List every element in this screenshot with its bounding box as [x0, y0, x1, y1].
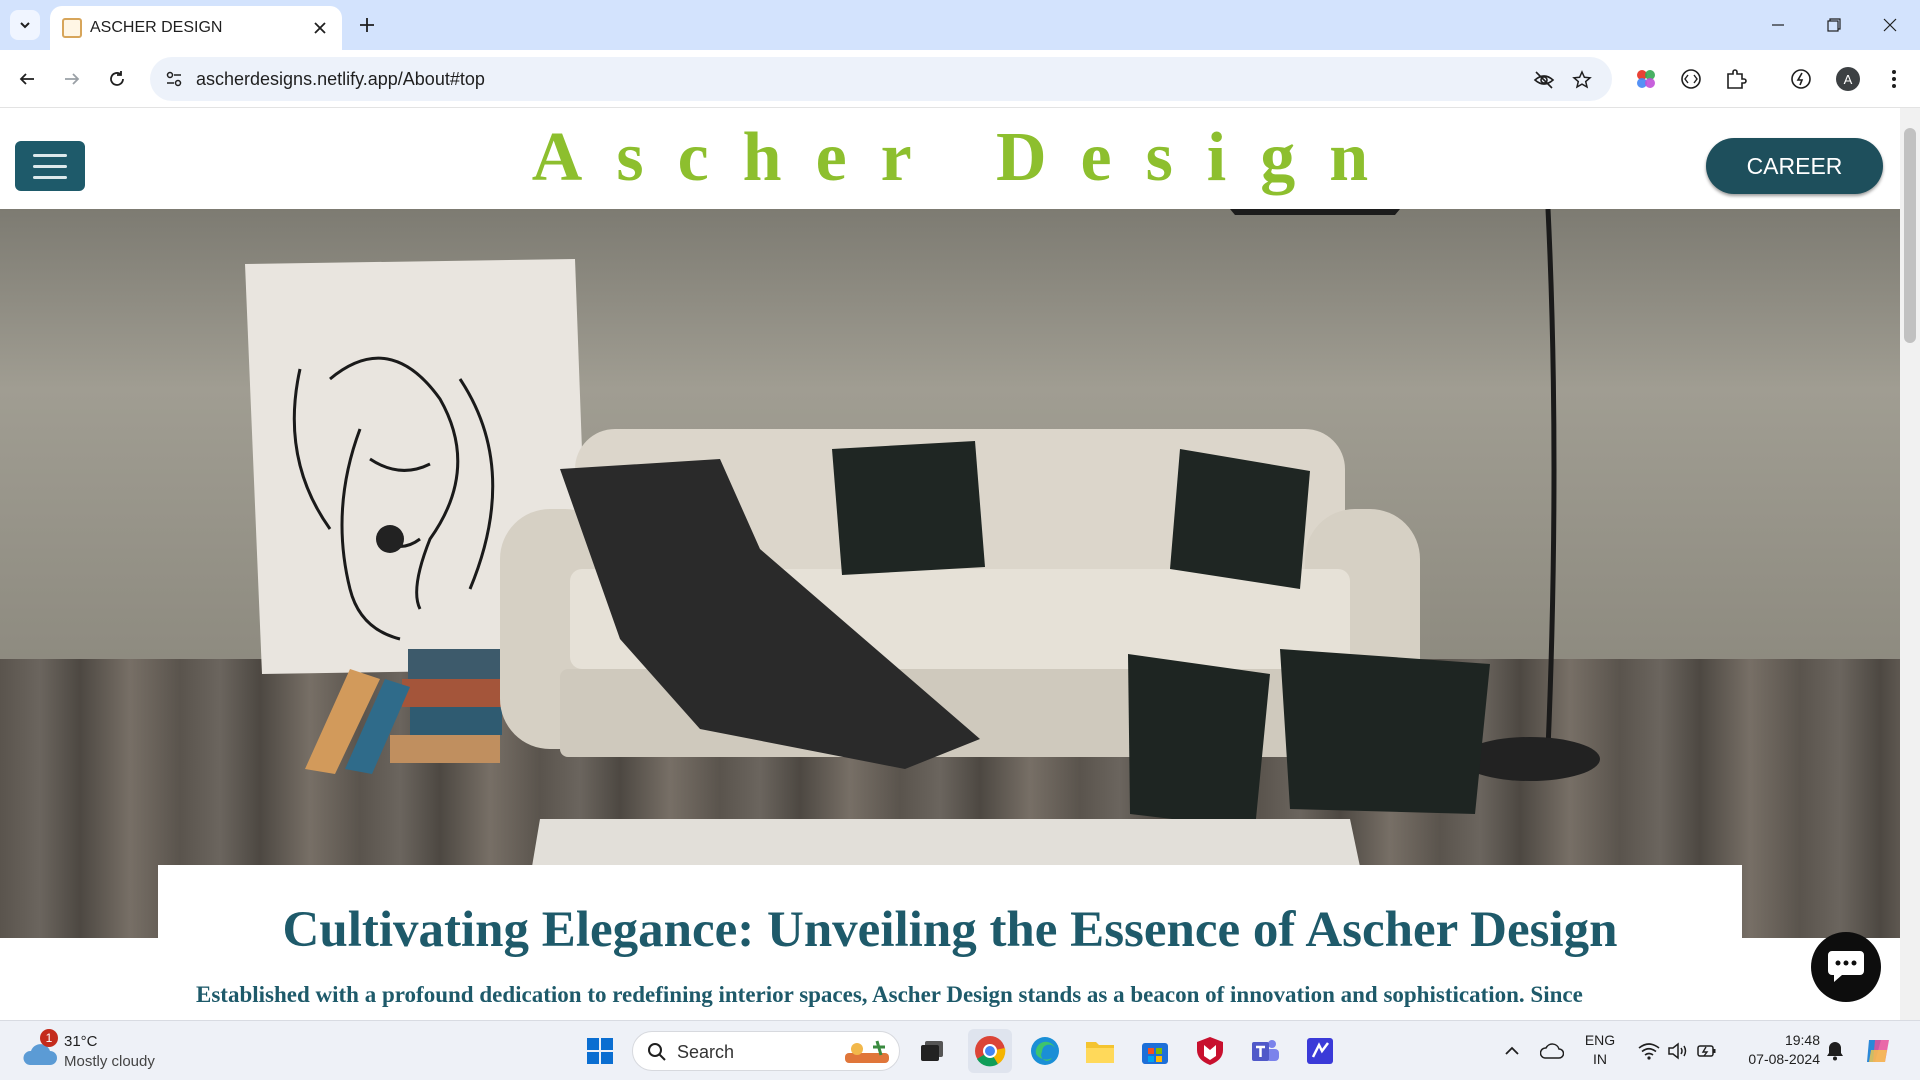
bookmark-button[interactable]: [1568, 66, 1596, 94]
arrow-right-icon: [65, 73, 80, 85]
folder-icon: [1086, 1042, 1114, 1063]
window-close-button[interactable]: [1862, 0, 1918, 50]
edge-icon: [1031, 1037, 1059, 1065]
extension-button[interactable]: [1675, 63, 1707, 95]
search-highlight-icon: [845, 1040, 889, 1063]
reload-button[interactable]: [100, 62, 134, 96]
reload-icon: [110, 71, 124, 86]
extension-colorful-button[interactable]: [1630, 63, 1662, 95]
browser-toolbar: ascherdesigns.netlify.app/About#top A: [0, 50, 1920, 108]
store-icon: [1142, 1043, 1168, 1064]
new-tab-button[interactable]: [352, 10, 382, 40]
battery-charging-icon: [1697, 1045, 1716, 1057]
code-circle-icon: [1681, 69, 1701, 89]
career-button[interactable]: CAREER: [1706, 138, 1883, 194]
battery-tray-icon[interactable]: [1685, 1029, 1729, 1073]
search-label: Search: [677, 1042, 735, 1062]
weather-alert-badge: 1: [40, 1029, 58, 1047]
taskbar-clock[interactable]: 19:48 07-08-2024: [1730, 1031, 1820, 1069]
site-favicon-icon: [62, 18, 82, 38]
browser-menu-button[interactable]: [1878, 63, 1910, 95]
tab-close-button[interactable]: [308, 16, 332, 40]
taskbar-app-file-explorer[interactable]: [1078, 1029, 1122, 1073]
browser-tab-bar: ASCHER DESIGN: [0, 0, 1920, 50]
about-intro-text: Established with a profound dedication t…: [196, 982, 1583, 1007]
chevron-up-icon: [1505, 1046, 1519, 1055]
site-info-button[interactable]: [160, 65, 188, 93]
more-vertical-icon: [1892, 70, 1896, 88]
taskbar-app-chrome[interactable]: [968, 1029, 1012, 1073]
brand-title[interactable]: Ascher Design: [0, 118, 1900, 198]
profile-button[interactable]: A: [1832, 63, 1864, 95]
puzzle-icon: [1727, 69, 1747, 89]
weather-widget[interactable]: 1 31°C Mostly cloudy: [20, 1029, 180, 1073]
scrollbar-thumb[interactable]: [1904, 128, 1916, 343]
chat-widget-button[interactable]: [1811, 932, 1881, 1002]
taskbar-app-vscode[interactable]: [1298, 1029, 1342, 1073]
performance-button[interactable]: [1785, 63, 1817, 95]
windows-logo-icon: [587, 1038, 613, 1064]
language-code: ENG: [1584, 1032, 1616, 1048]
bell-icon: [1827, 1042, 1843, 1061]
chat-bubble-icon: [1828, 951, 1864, 982]
taskbar-app-edge[interactable]: [1023, 1029, 1067, 1073]
close-icon: [1883, 18, 1897, 32]
teams-icon: [1252, 1040, 1279, 1061]
taskbar-app-mcafee[interactable]: [1188, 1029, 1232, 1073]
pinwheel-icon: [1637, 70, 1655, 88]
plus-icon: [360, 18, 374, 32]
copilot-icon: [1867, 1040, 1889, 1062]
tune-icon: [166, 71, 182, 87]
show-hidden-icons-button[interactable]: [1490, 1029, 1534, 1073]
avatar: A: [1836, 67, 1860, 91]
taskbar-app-teams[interactable]: [1243, 1029, 1287, 1073]
tab-search-button[interactable]: [10, 10, 40, 40]
onedrive-tray-icon[interactable]: [1530, 1029, 1574, 1073]
windows-taskbar: 1 31°C Mostly cloudy Search ENG IN 19:48…: [0, 1020, 1920, 1080]
browser-tab-active[interactable]: ASCHER DESIGN: [50, 6, 342, 50]
clock-time: 19:48: [1784, 1032, 1820, 1048]
web-page: Ascher Design CAREER Cultivating Eleganc…: [0, 108, 1900, 1020]
notifications-button[interactable]: [1813, 1029, 1857, 1073]
language-region: IN: [1593, 1051, 1607, 1067]
close-icon: [314, 22, 326, 34]
star-icon: [1572, 70, 1592, 89]
copilot-button[interactable]: [1856, 1029, 1900, 1073]
tracking-protection-button[interactable]: [1530, 66, 1558, 94]
tab-title: ASCHER DESIGN: [90, 19, 223, 36]
extensions-menu-button[interactable]: [1720, 63, 1752, 95]
hero-image: [0, 209, 1900, 938]
url-text: ascherdesigns.netlify.app/About#top: [196, 69, 485, 89]
taskbar-app-store[interactable]: [1133, 1029, 1177, 1073]
page-scrollbar[interactable]: [1900, 108, 1920, 1020]
task-view-icon: [921, 1041, 943, 1061]
language-indicator[interactable]: ENG IN: [1580, 1031, 1620, 1069]
start-button[interactable]: [578, 1029, 622, 1073]
about-section: Cultivating Elegance: Unveiling the Esse…: [158, 865, 1742, 1020]
site-header: Ascher Design CAREER: [0, 108, 1900, 209]
weather-description: Mostly cloudy: [64, 1053, 155, 1070]
chrome-icon: [975, 1036, 1006, 1067]
cloud-sync-icon: [1540, 1043, 1564, 1059]
weather-temperature: 31°C: [64, 1033, 98, 1050]
shield-icon: [1197, 1037, 1223, 1065]
eye-off-icon: [1533, 71, 1555, 89]
task-view-button[interactable]: [910, 1029, 954, 1073]
about-heading: Cultivating Elegance: Unveiling the Esse…: [282, 902, 1618, 958]
speed-icon: [1791, 69, 1811, 89]
window-restore-button[interactable]: [1806, 0, 1862, 50]
living-room-illustration: [245, 209, 1600, 938]
code-editor-icon: [1307, 1038, 1333, 1064]
address-bar[interactable]: ascherdesigns.netlify.app/About#top: [150, 57, 1612, 101]
chevron-down-icon: [20, 22, 30, 29]
minimize-icon: [1772, 24, 1784, 26]
restore-icon: [1827, 18, 1841, 32]
back-button[interactable]: [10, 62, 44, 96]
clock-date: 07-08-2024: [1748, 1051, 1820, 1067]
search-icon: [648, 1043, 666, 1061]
forward-button[interactable]: [55, 62, 89, 96]
arrow-left-icon: [19, 73, 34, 85]
taskbar-search[interactable]: Search: [632, 1031, 900, 1071]
window-minimize-button[interactable]: [1750, 0, 1806, 50]
